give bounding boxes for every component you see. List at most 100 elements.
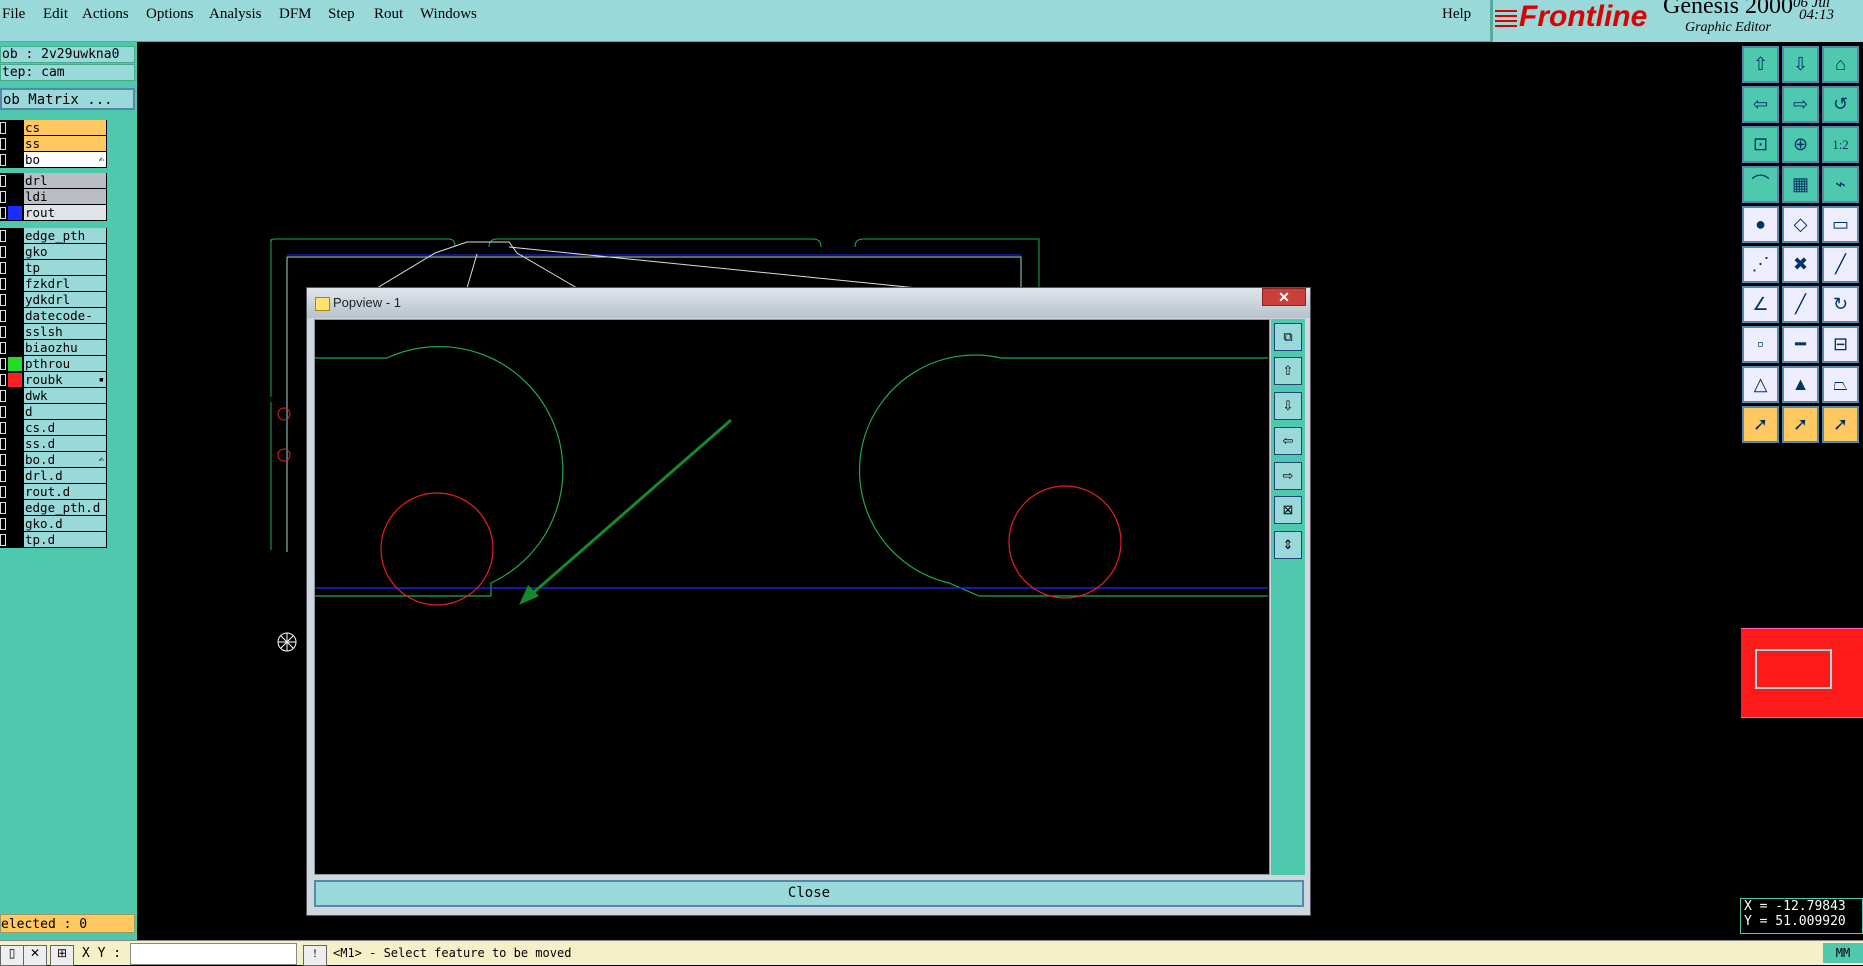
pan-right-icon[interactable]: ⇨: [1274, 462, 1302, 490]
layer-checkbox[interactable]: [0, 246, 6, 258]
layer-name[interactable]: bo ✍: [24, 152, 106, 167]
menu-actions[interactable]: Actions: [82, 6, 129, 23]
layer-row[interactable]: ss: [0, 136, 107, 152]
tool-undo-view-icon[interactable]: ↺: [1822, 86, 1859, 123]
layer-row[interactable]: biaozhu: [0, 340, 107, 356]
layer-row[interactable]: drl.d: [0, 468, 107, 484]
tool-draw-line-icon[interactable]: ∠: [1742, 286, 1779, 323]
layer-name[interactable]: drl.d: [24, 468, 106, 483]
units-button[interactable]: MM: [1823, 943, 1863, 963]
tool-shape-icon[interactable]: ◇: [1782, 206, 1819, 243]
layer-checkbox[interactable]: [0, 534, 6, 546]
layer-row[interactable]: sslsh: [0, 324, 107, 340]
layer-row[interactable]: drl: [0, 173, 107, 189]
layer-checkbox[interactable]: [0, 422, 6, 434]
layer-row[interactable]: fzkdrl: [0, 276, 107, 292]
tool-pan-right-icon[interactable]: ⇨: [1782, 86, 1819, 123]
tool-pad-icon[interactable]: ●: [1742, 206, 1779, 243]
layer-name[interactable]: ydkdrl: [24, 292, 106, 307]
layer-row[interactable]: rout: [0, 205, 107, 221]
layer-name[interactable]: ss: [24, 136, 106, 151]
layer-row[interactable]: edge_pth.d: [0, 500, 107, 516]
tool-line-icon[interactable]: ╱: [1822, 246, 1859, 283]
tool-delete-icon[interactable]: ✖: [1782, 246, 1819, 283]
layer-name[interactable]: drl: [24, 173, 106, 188]
layer-name[interactable]: gko: [24, 244, 106, 259]
tool-pointer-icon[interactable]: ➚: [1742, 406, 1779, 443]
layer-row[interactable]: bo ✍: [0, 152, 107, 168]
layer-name[interactable]: roubk ▪: [24, 372, 106, 387]
grid-snap-icon[interactable]: ⊞: [50, 945, 74, 966]
tool-split-icon[interactable]: ━: [1782, 326, 1819, 363]
layer-checkbox[interactable]: [0, 278, 6, 290]
layer-checkbox[interactable]: [0, 154, 6, 166]
layer-checkbox[interactable]: [0, 175, 6, 187]
layer-name[interactable]: bo.d ✍: [24, 452, 106, 467]
layer-name[interactable]: cs: [24, 120, 106, 135]
cross-tool-icon[interactable]: ✕: [23, 945, 47, 966]
layer-row[interactable]: rout.d: [0, 484, 107, 500]
layer-checkbox[interactable]: [0, 342, 6, 354]
layer-checkbox[interactable]: [0, 326, 6, 338]
tool-arc-icon[interactable]: ↻: [1822, 286, 1859, 323]
layer-row[interactable]: cs.d: [0, 420, 107, 436]
close-button[interactable]: Close: [314, 880, 1304, 907]
tool-select-point-icon[interactable]: ▲: [1782, 366, 1819, 403]
layer-checkbox[interactable]: [0, 486, 6, 498]
tool-page-up-icon[interactable]: ⇧: [1742, 46, 1779, 83]
layer-checkbox[interactable]: [0, 454, 6, 466]
menu-analysis[interactable]: Analysis: [209, 6, 262, 23]
layer-row[interactable]: roubk ▪: [0, 372, 107, 388]
layer-checkbox[interactable]: [0, 262, 6, 274]
menu-edit[interactable]: Edit: [43, 6, 68, 23]
layer-name[interactable]: dwk: [24, 388, 106, 403]
tool-zoom-fit-icon[interactable]: ⊡: [1742, 126, 1779, 163]
layer-name[interactable]: edge_pth: [24, 228, 106, 243]
popview-titlebar[interactable]: Popview - 1 ✕: [307, 288, 1310, 318]
layer-row[interactable]: dwk: [0, 388, 107, 404]
layer-name[interactable]: rout: [24, 205, 106, 220]
tool-pointer-2-icon[interactable]: ➚: [1782, 406, 1819, 443]
layer-row[interactable]: gko.d: [0, 516, 107, 532]
layer-row[interactable]: cs: [0, 120, 107, 136]
layer-row[interactable]: edge_pth: [0, 228, 107, 244]
layer-checkbox[interactable]: [0, 502, 6, 514]
tool-scale-icon[interactable]: 1:2: [1822, 126, 1859, 163]
layer-name[interactable]: pthrou: [24, 356, 106, 371]
layer-checkbox[interactable]: [0, 358, 6, 370]
tool-select-poly-icon[interactable]: ⏢: [1822, 366, 1859, 403]
close-x-button[interactable]: ✕: [1262, 288, 1306, 306]
layer-checkbox[interactable]: [0, 230, 6, 242]
layer-checkbox[interactable]: [0, 406, 6, 418]
zoom-out-icon[interactable]: ⊠: [1274, 496, 1302, 524]
tool-page-down-icon[interactable]: ⇩: [1782, 46, 1819, 83]
tool-select-area-icon[interactable]: △: [1742, 366, 1779, 403]
zoom-home-icon[interactable]: ⇧: [1274, 357, 1302, 385]
menu-windows[interactable]: Windows: [420, 6, 477, 23]
tool-ruler-icon[interactable]: ▭: [1822, 206, 1859, 243]
layer-checkbox[interactable]: [0, 518, 6, 530]
tool-connect-icon[interactable]: ⋰: [1742, 246, 1779, 283]
layer-name[interactable]: d: [24, 404, 106, 419]
layer-row[interactable]: d: [0, 404, 107, 420]
layer-row[interactable]: tp: [0, 260, 107, 276]
tool-move-pad-icon[interactable]: ▫: [1742, 326, 1779, 363]
layer-checkbox[interactable]: [0, 294, 6, 306]
layer-checkbox[interactable]: [0, 191, 6, 203]
menu-file[interactable]: File: [2, 6, 25, 23]
layer-name[interactable]: tp: [24, 260, 106, 275]
layer-name[interactable]: edge_pth.d: [24, 500, 106, 515]
zoom-window-icon[interactable]: ⧉: [1274, 323, 1302, 351]
tool-home-icon[interactable]: ⌂: [1822, 46, 1859, 83]
layer-checkbox[interactable]: [0, 207, 6, 219]
layer-checkbox[interactable]: [0, 122, 6, 134]
tool-pointer-3-icon[interactable]: ➚: [1822, 406, 1859, 443]
zoom-fit-icon[interactable]: ⇩: [1274, 392, 1302, 420]
layer-checkbox[interactable]: [0, 138, 6, 150]
tool-grid-icon[interactable]: ▦: [1782, 166, 1819, 203]
layer-name[interactable]: biaozhu: [24, 340, 106, 355]
menu-options[interactable]: Options: [146, 6, 194, 23]
tool-edit-line-icon[interactable]: ╱: [1782, 286, 1819, 323]
popview-canvas[interactable]: [314, 319, 1270, 875]
mini-map[interactable]: [1741, 628, 1863, 718]
